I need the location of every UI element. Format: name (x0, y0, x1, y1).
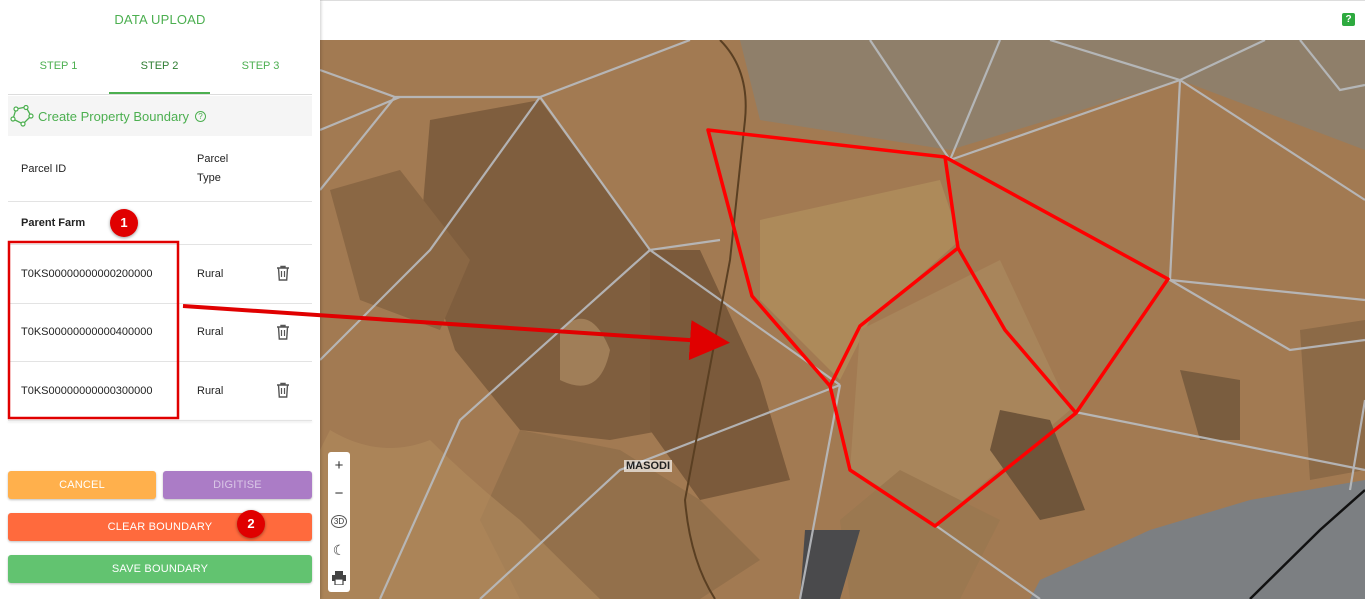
header-parcel-id: Parcel ID (21, 163, 67, 175)
trash-icon[interactable] (276, 265, 290, 281)
tab-step-1[interactable]: STEP 1 (8, 48, 109, 92)
group-label: Parent Farm (21, 217, 86, 229)
divider (8, 201, 312, 202)
3d-icon: 3D (330, 515, 348, 528)
parcel-id-cell: T0KS00000000000300000 (21, 385, 153, 397)
moon-icon: ☾ (332, 542, 346, 558)
night-mode-button[interactable]: ☾ (328, 536, 350, 565)
parcel-type-cell: Rural (197, 268, 224, 280)
header-parcel-type: Parcel Type (197, 150, 228, 188)
divider (8, 361, 312, 362)
help-circle-icon[interactable]: ? (195, 110, 207, 122)
header-parcel-type-line1: Parcel (197, 153, 229, 165)
cancel-button[interactable]: CANCEL (8, 471, 156, 499)
trash-icon[interactable] (276, 324, 290, 340)
section-title: Create Property Boundary (38, 108, 190, 124)
annotation-badge-1: 1 (110, 209, 138, 237)
map-toolbar: ? (320, 0, 1365, 41)
polygon-draw-icon (10, 105, 34, 127)
place-label: MASODI (624, 460, 672, 472)
section-header: Create Property Boundary ? (8, 96, 312, 136)
tab-step-3[interactable]: STEP 3 (210, 48, 311, 92)
divider (8, 303, 312, 304)
map-canvas[interactable]: MASODI (320, 40, 1365, 599)
zoom-in-button[interactable]: + (328, 452, 350, 481)
digitise-button[interactable]: DIGITISE (163, 471, 312, 499)
trash-icon[interactable] (276, 382, 290, 398)
divider (8, 244, 312, 245)
map-layer (320, 40, 1365, 599)
divider (8, 420, 312, 421)
step-tabs: STEP 1 STEP 2 STEP 3 (8, 48, 312, 95)
clear-boundary-button[interactable]: CLEAR BOUNDARY (8, 513, 312, 541)
parcel-id-cell: T0KS00000000000400000 (21, 326, 153, 338)
parcel-type-cell: Rural (197, 385, 224, 397)
zoom-out-button[interactable]: − (328, 480, 350, 509)
data-upload-panel: DATA UPLOAD STEP 1 STEP 2 STEP 3 Create … (0, 0, 320, 599)
parcel-type-cell: Rural (197, 326, 224, 338)
annotation-badge-2: 2 (237, 510, 265, 538)
panel-title: DATA UPLOAD (114, 12, 206, 27)
tab-step-2[interactable]: STEP 2 (109, 48, 210, 94)
save-boundary-button[interactable]: SAVE BOUNDARY (8, 555, 312, 583)
print-button[interactable] (328, 564, 350, 592)
header-parcel-type-line2: Type (197, 172, 221, 184)
parcel-id-cell: T0KS00000000000200000 (21, 268, 153, 280)
help-icon[interactable]: ? (1342, 13, 1355, 26)
view-3d-button[interactable]: 3D (328, 508, 350, 537)
printer-icon (332, 571, 346, 586)
